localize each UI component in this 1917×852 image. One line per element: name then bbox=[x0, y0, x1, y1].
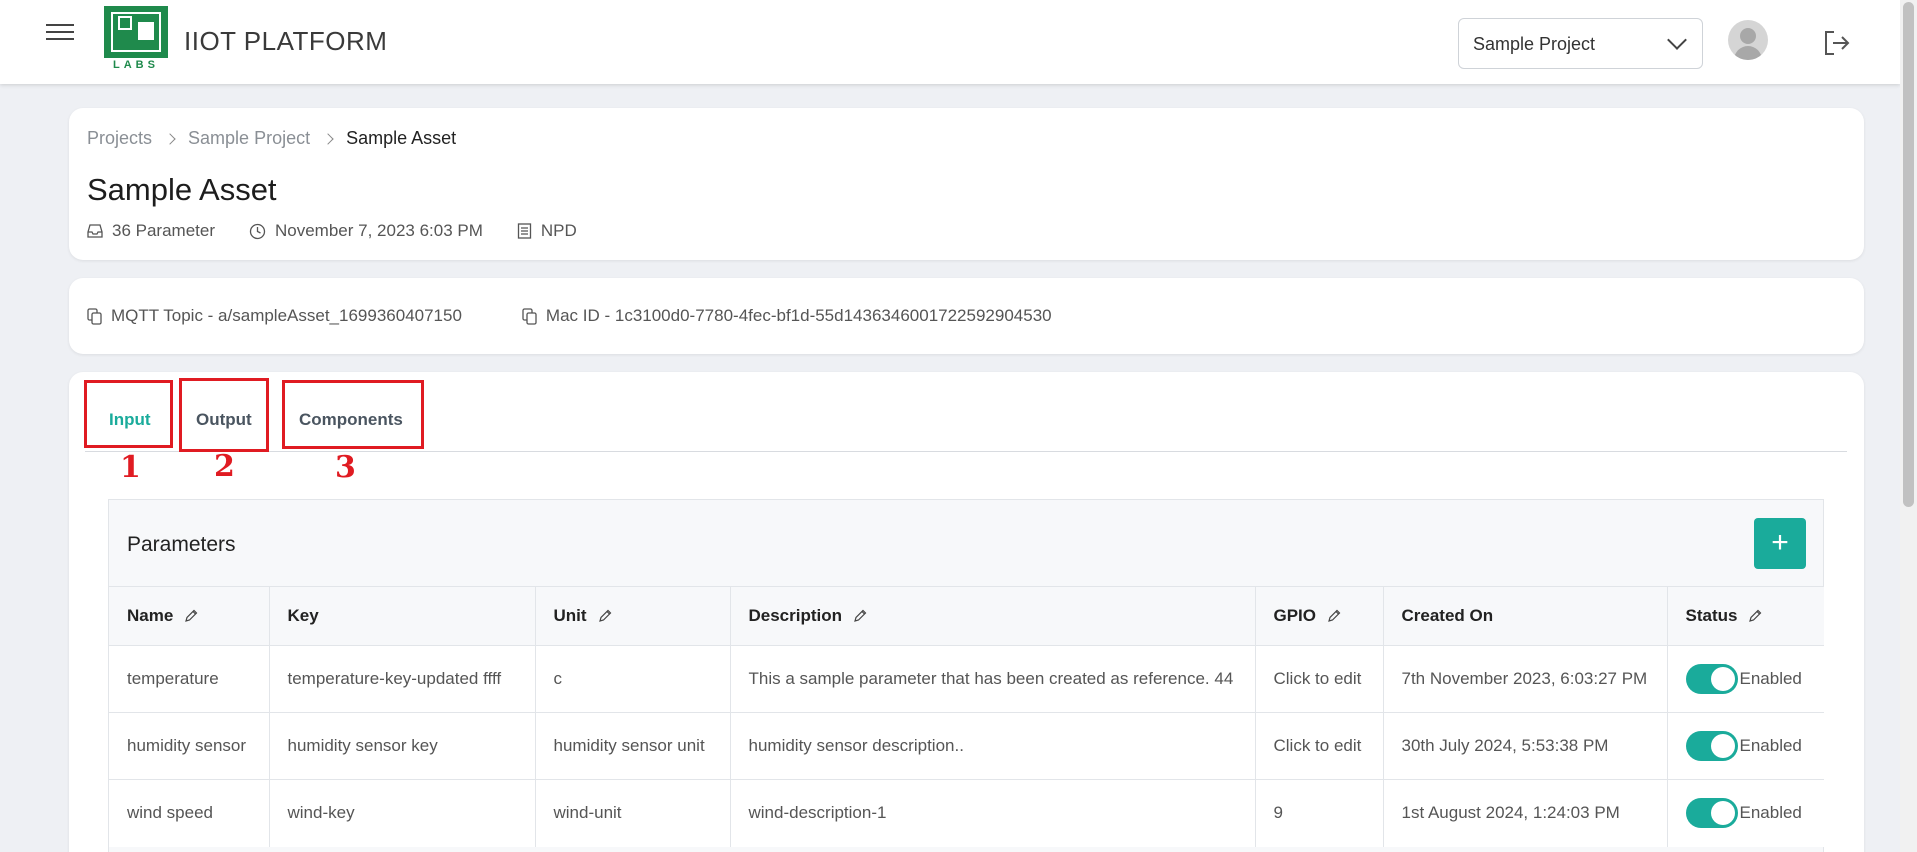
asset-ids: MQTT Topic - a/sampleAsset_1699360407150… bbox=[87, 306, 1112, 326]
hamburger-menu-icon[interactable] bbox=[46, 24, 74, 46]
project-select[interactable]: Sample Project bbox=[1458, 18, 1703, 69]
parameters-title: Parameters bbox=[127, 533, 236, 556]
pencil-icon[interactable] bbox=[183, 608, 199, 624]
scrollbar-thumb[interactable] bbox=[1903, 2, 1914, 507]
cell-status: Enabled bbox=[1666, 712, 1824, 780]
parameters-table: Name Key Unit Description GPIO Created O… bbox=[109, 586, 1824, 847]
top-bar: LABS IIOT PLATFORM Sample Project bbox=[0, 0, 1900, 84]
status-toggle[interactable] bbox=[1685, 731, 1738, 761]
status-label: Enabled bbox=[1739, 803, 1802, 823]
avatar[interactable] bbox=[1728, 20, 1768, 60]
cell-name: humidity sensor bbox=[109, 712, 269, 780]
pencil-icon[interactable] bbox=[597, 608, 613, 624]
table-row: humidity sensor humidity sensor key humi… bbox=[109, 712, 1824, 780]
cell-status: Enabled bbox=[1666, 645, 1824, 713]
cell-key: wind-key bbox=[268, 779, 535, 847]
cell-created-on: 30th July 2024, 5:53:38 PM bbox=[1382, 712, 1667, 780]
logo-text: LABS bbox=[113, 59, 159, 71]
table-row: temperature temperature-key-updated ffff… bbox=[109, 645, 1824, 713]
chevron-right-icon bbox=[164, 132, 176, 145]
status-toggle[interactable] bbox=[1685, 664, 1738, 694]
column-header-gpio: GPIO bbox=[1254, 586, 1383, 646]
add-parameter-button[interactable]: + bbox=[1754, 518, 1806, 569]
status-label: Enabled bbox=[1739, 669, 1802, 688]
cell-unit: wind-unit bbox=[534, 779, 730, 847]
annotation-number-1: 1 bbox=[120, 450, 141, 485]
cell-created-on: 7th November 2023, 6:03:27 PM bbox=[1382, 645, 1667, 713]
inbox-icon bbox=[87, 224, 103, 238]
project-select-value: Sample Project bbox=[1473, 34, 1596, 54]
page-title: Sample Asset bbox=[87, 172, 277, 207]
cell-description: This a sample parameter that has been cr… bbox=[729, 645, 1255, 713]
pencil-icon[interactable] bbox=[1747, 608, 1763, 624]
copy-icon[interactable] bbox=[522, 307, 537, 325]
breadcrumb-sample-asset: Sample Asset bbox=[346, 128, 457, 148]
created-date: November 7, 2023 6:03 PM bbox=[275, 221, 483, 240]
mac-id: Mac ID - 1c3100d0-7780-4fec-bf1d-55d1436… bbox=[545, 306, 1052, 325]
copy-icon[interactable] bbox=[87, 307, 102, 325]
cell-key: humidity sensor key bbox=[268, 712, 535, 780]
cell-description: wind-description-1 bbox=[729, 779, 1255, 847]
status-toggle[interactable] bbox=[1685, 798, 1738, 829]
column-header-status: Status bbox=[1666, 586, 1824, 646]
logo: LABS bbox=[104, 6, 168, 71]
asset-meta: 36 Parameter November 7, 2023 6:03 PM NP… bbox=[87, 221, 611, 241]
logout-icon[interactable] bbox=[1822, 28, 1852, 58]
annotation-box-3 bbox=[282, 380, 424, 449]
cell-unit: humidity sensor unit bbox=[534, 712, 730, 780]
breadcrumb: Projects Sample Project Sample Asset bbox=[87, 128, 456, 149]
cell-name: temperature bbox=[109, 645, 269, 713]
asset-category: NPD bbox=[540, 221, 577, 240]
column-header-key: Key bbox=[268, 586, 535, 646]
page-scrollbar[interactable] bbox=[1900, 0, 1917, 852]
cell-name: wind speed bbox=[109, 779, 269, 847]
cell-unit: c bbox=[534, 645, 730, 713]
pencil-icon[interactable] bbox=[1326, 608, 1342, 624]
breadcrumb-sample-project[interactable]: Sample Project bbox=[188, 128, 310, 149]
clock-icon bbox=[249, 223, 266, 239]
cell-gpio[interactable]: Click to edit bbox=[1254, 645, 1383, 713]
parameter-count: 36 Parameter bbox=[112, 221, 215, 240]
cell-description: humidity sensor description.. bbox=[729, 712, 1255, 780]
annotation-box-1 bbox=[84, 380, 173, 448]
document-icon bbox=[517, 223, 532, 239]
column-header-name: Name bbox=[109, 586, 269, 646]
pencil-icon[interactable] bbox=[852, 608, 868, 624]
annotation-number-2: 2 bbox=[214, 449, 235, 484]
breadcrumb-projects[interactable]: Projects bbox=[87, 128, 152, 149]
cell-status: Enabled bbox=[1666, 779, 1824, 847]
table-header-row: Name Key Unit Description GPIO Created O… bbox=[109, 586, 1824, 646]
column-header-unit: Unit bbox=[534, 586, 730, 646]
chevron-down-icon bbox=[1667, 30, 1687, 50]
cell-gpio[interactable]: 9 bbox=[1254, 779, 1383, 847]
cell-created-on: 1st August 2024, 1:24:03 PM bbox=[1382, 779, 1667, 847]
annotation-number-3: 3 bbox=[335, 450, 356, 485]
cell-gpio[interactable]: Click to edit bbox=[1254, 712, 1383, 780]
cell-key: temperature-key-updated ffff bbox=[268, 645, 535, 713]
column-header-created-on: Created On bbox=[1382, 586, 1667, 646]
column-header-description: Description bbox=[729, 586, 1255, 646]
chevron-right-icon bbox=[322, 132, 334, 145]
table-row: wind speed wind-key wind-unit wind-descr… bbox=[109, 779, 1824, 847]
asset-ids-card: MQTT Topic - a/sampleAsset_1699360407150… bbox=[69, 278, 1864, 354]
parameters-panel: Parameters + Name Key Unit Description G… bbox=[108, 499, 1824, 852]
app-title: IIOT PLATFORM bbox=[184, 26, 388, 56]
asset-header-card: Projects Sample Project Sample Asset Sam… bbox=[69, 108, 1864, 260]
mqtt-topic: MQTT Topic - a/sampleAsset_1699360407150 bbox=[111, 306, 462, 325]
annotation-box-2 bbox=[179, 378, 269, 452]
status-label: Enabled bbox=[1739, 736, 1802, 755]
